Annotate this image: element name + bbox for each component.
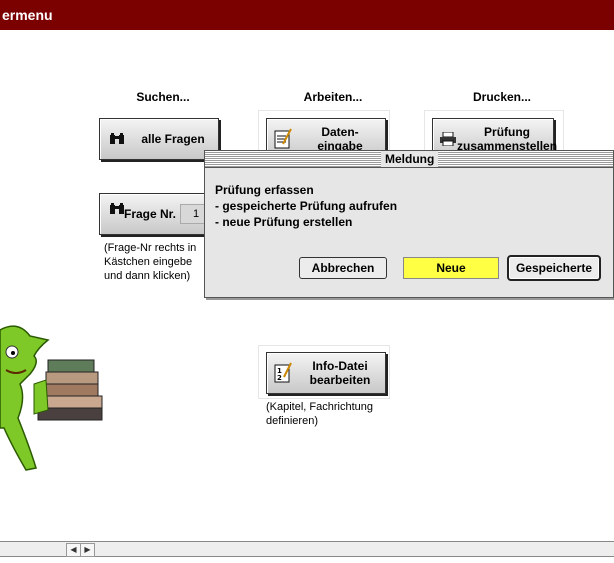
svg-text:2: 2: [277, 374, 282, 382]
section-work-heading: Arbeiten...: [303, 90, 363, 104]
section-print-heading: Drucken...: [472, 90, 532, 104]
dialog-title: Meldung: [381, 151, 439, 167]
question-number-button[interactable]: Frage Nr. 1: [99, 193, 219, 235]
printer-icon: [439, 128, 457, 150]
horizontal-scrollbar[interactable]: ◀ ▶: [0, 541, 614, 557]
all-questions-label: alle Fragen: [141, 132, 205, 146]
goblin-with-books-image: [0, 318, 112, 472]
scroll-left-arrow-icon[interactable]: ◀: [66, 543, 81, 557]
data-entry-label: Daten- eingabe: [317, 125, 363, 153]
section-search-heading: Suchen...: [136, 90, 190, 104]
info-file-label: Info-Datei bearbeiten: [309, 359, 371, 387]
scroll-right-arrow-icon[interactable]: ▶: [80, 543, 95, 557]
new-exam-button[interactable]: Neue: [403, 257, 499, 279]
dialog-message-line-2: - gespeicherte Prüfung aufrufen: [215, 199, 398, 213]
window-title: ermenu: [2, 7, 53, 23]
exam-compose-label: Prüfung zusammenstellen: [457, 125, 558, 153]
info-file-button[interactable]: 12 Info-Datei bearbeiten: [266, 352, 386, 394]
binoculars-icon: [106, 128, 128, 150]
cancel-button[interactable]: Abbrechen: [299, 257, 387, 279]
all-questions-button[interactable]: alle Fragen: [99, 118, 219, 160]
question-number-label: Frage Nr.: [124, 207, 177, 221]
question-number-hint: (Frage-Nr rechts in Kästchen eingebe und…: [104, 242, 197, 282]
saved-exam-button[interactable]: Gespeicherte: [507, 255, 601, 281]
dialog-message-line-3: - neue Prüfung erstellen: [215, 215, 353, 229]
dialog-message-line-1: Prüfung erfassen: [215, 183, 314, 197]
window-title-bar: ermenu: [0, 0, 614, 30]
numbered-list-icon: 12: [273, 362, 295, 384]
message-dialog: Meldung Prüfung erfassen - gespeicherte …: [204, 150, 614, 298]
info-file-hint: (Kapitel, Fachrichtung definieren): [266, 401, 373, 427]
notepad-pencil-icon: [273, 128, 295, 150]
dialog-title-bar[interactable]: Meldung: [205, 151, 613, 168]
